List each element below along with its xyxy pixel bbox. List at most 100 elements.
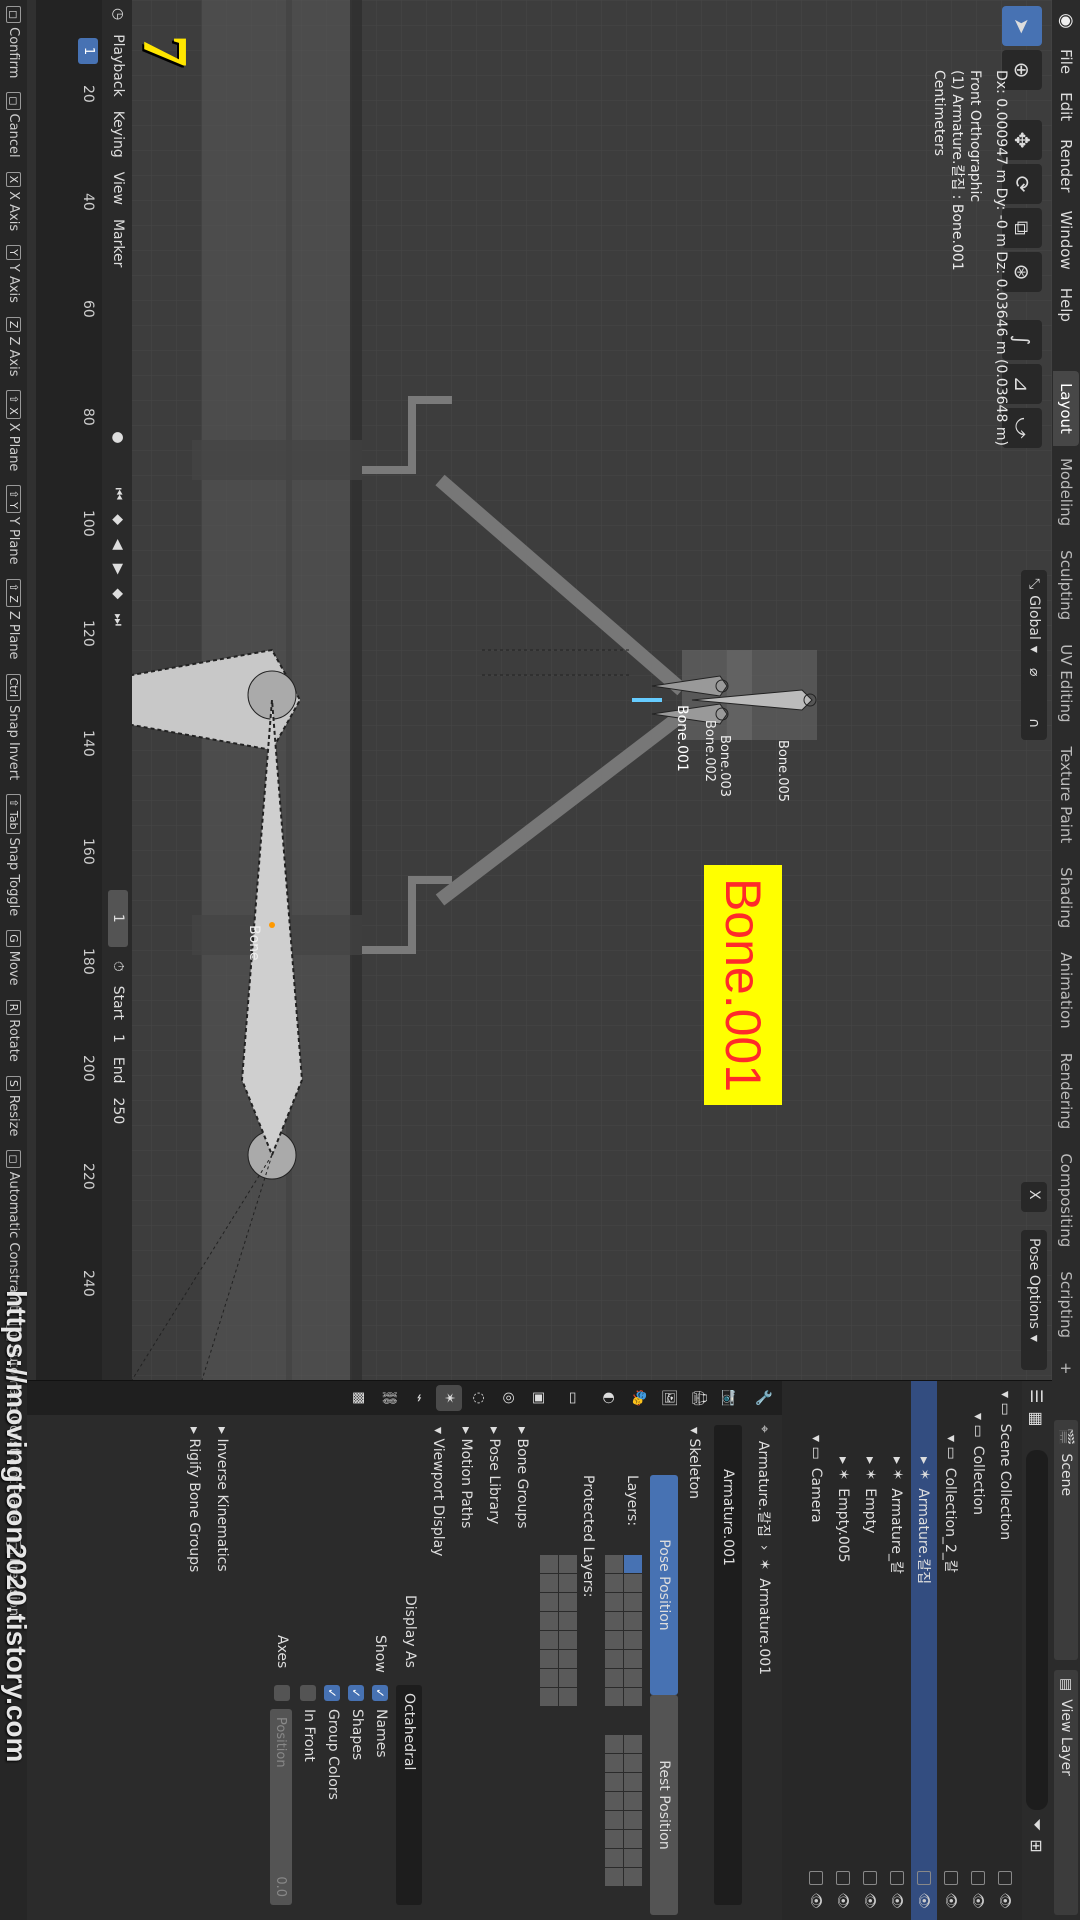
tab-scripting[interactable]: Scripting	[1053, 1259, 1079, 1350]
eye-icon[interactable]: 👁	[863, 1892, 878, 1909]
rest-position-button[interactable]: Rest Position	[650, 1695, 678, 1915]
tab-modeling[interactable]: Modeling	[1053, 446, 1079, 538]
pose-options-dropdown[interactable]: Pose Options ▾	[1021, 1230, 1047, 1370]
jump-start-icon[interactable]: ⏮	[110, 488, 126, 501]
menu-playback[interactable]: Playback	[110, 34, 126, 96]
modifiers-tab-icon[interactable]: ◎	[496, 1385, 522, 1411]
menu-window[interactable]: Window	[1057, 202, 1075, 279]
menu-help[interactable]: Help	[1057, 279, 1075, 331]
exclude-checkbox[interactable]	[971, 1871, 985, 1885]
section-rigify-bone-groups[interactable]: ▸ Rigify Bone Groups	[186, 1427, 202, 1572]
in-front-checkbox[interactable]	[300, 1685, 316, 1701]
eye-icon[interactable]: 👁	[917, 1892, 932, 1909]
section-motion-paths[interactable]: ▸ Motion Paths	[458, 1427, 474, 1528]
outliner-row[interactable]: ▾ ▭ Collection_2_칼 👁	[938, 1381, 964, 1920]
tab-animation[interactable]: Animation	[1053, 940, 1079, 1040]
group-colors-checkbox[interactable]: ✓	[324, 1685, 340, 1701]
stopwatch-icon[interactable]: ⏱	[110, 961, 126, 972]
texture-tab-icon[interactable]: ▩	[346, 1385, 372, 1411]
outliner-row[interactable]: ▸ ✶ Armature.칼집 👁	[911, 1381, 937, 1920]
exclude-checkbox[interactable]	[917, 1871, 931, 1885]
prev-key-icon[interactable]: ◆	[110, 514, 126, 525]
3d-viewport[interactable]: Bone.005 Bone.003 Bone.002 Bone.001 Bone…	[132, 0, 1052, 1380]
object-tab-icon[interactable]: ▣	[526, 1385, 552, 1411]
view-layer-selector[interactable]: ▤ View Layer	[1054, 1670, 1078, 1915]
menu-edit[interactable]: Edit	[1057, 83, 1075, 130]
outliner-row[interactable]: ▾ ▭ Collection 👁	[965, 1381, 991, 1920]
constraints-tab-icon[interactable]: ◌	[466, 1385, 492, 1411]
tab-sculpting[interactable]: Sculpting	[1053, 538, 1079, 632]
exclude-checkbox[interactable]	[836, 1871, 850, 1885]
eye-icon[interactable]: 👁	[809, 1892, 824, 1909]
timeline-ruler[interactable]: 1 20 40 60 80 100 120 140 160 180 200 22…	[36, 0, 102, 1380]
bone-tab-icon[interactable]: ⌁	[406, 1385, 432, 1411]
armature-data-selector[interactable]: Armature.001	[714, 1425, 742, 1905]
close-x-button[interactable]: X	[1021, 1182, 1047, 1212]
eye-icon[interactable]: 👁	[836, 1892, 851, 1909]
snap-toggle-button[interactable]: ∩	[1021, 710, 1047, 737]
section-bone-groups[interactable]: ▸ Bone Groups	[514, 1427, 530, 1529]
shapes-checkbox[interactable]: ✓	[348, 1685, 364, 1701]
bone-layers-grid[interactable]	[605, 1555, 642, 1706]
menu-view[interactable]: View	[110, 172, 126, 205]
render-tab-icon[interactable]: 📷	[716, 1385, 742, 1411]
eye-icon[interactable]: 👁	[998, 1892, 1013, 1909]
current-frame-field[interactable]: 1	[108, 889, 128, 947]
pivot-point-dropdown[interactable]: ⌀	[1021, 660, 1047, 685]
axes-position-field[interactable]: Position 0.0	[270, 1709, 292, 1905]
outliner-row[interactable]: ▾ ▭ Camera 👁	[803, 1381, 829, 1920]
menu-marker[interactable]: Marker	[110, 219, 126, 267]
record-icon[interactable]: ●	[110, 431, 126, 443]
play-reverse-icon[interactable]: ◀	[110, 539, 126, 550]
eye-icon[interactable]: 👁	[971, 1892, 986, 1909]
end-frame-field[interactable]: 250	[110, 1098, 126, 1125]
tab-compositing[interactable]: Compositing	[1053, 1141, 1079, 1259]
exclude-checkbox[interactable]	[944, 1871, 958, 1885]
names-checkbox[interactable]: ✓	[372, 1685, 388, 1701]
editor-type-icon[interactable]: ☰	[1028, 1389, 1047, 1403]
bone-layers-grid-2[interactable]	[605, 1735, 642, 1886]
eye-icon[interactable]: 👁	[890, 1892, 905, 1909]
new-collection-icon[interactable]: ⊞	[1028, 1839, 1047, 1852]
tab-shading[interactable]: Shading	[1053, 855, 1079, 940]
armature-data-tab-icon[interactable]: ✶	[436, 1385, 462, 1411]
tab-uv-editing[interactable]: UV Editing	[1053, 632, 1079, 734]
start-frame-field[interactable]: 1	[110, 1034, 126, 1043]
pose-position-button[interactable]: Pose Position	[650, 1475, 678, 1695]
world-tab-icon[interactable]: ◐	[596, 1385, 622, 1411]
blender-logo-icon[interactable]: ◉	[1053, 8, 1079, 34]
outliner-search-input[interactable]	[1026, 1450, 1048, 1811]
section-skeleton[interactable]: ▾ Skeleton	[686, 1427, 702, 1499]
section-inverse-kinematics[interactable]: ▸ Inverse Kinematics	[214, 1427, 230, 1572]
section-pose-library[interactable]: ▸ Pose Library	[486, 1427, 502, 1524]
playhead[interactable]: 1	[78, 38, 98, 64]
exclude-checkbox[interactable]	[998, 1871, 1012, 1885]
tool-tab-icon[interactable]: 🔧	[750, 1385, 776, 1411]
select-tool-icon[interactable]: ➤	[1002, 6, 1042, 46]
tab-layout[interactable]: Layout	[1053, 370, 1079, 446]
menu-file[interactable]: File	[1057, 40, 1075, 83]
scene-selector[interactable]: 🎬 Scene	[1054, 1420, 1078, 1660]
exclude-checkbox[interactable]	[809, 1871, 823, 1885]
outliner-row[interactable]: ▾ ▭ Scene Collection 👁	[992, 1381, 1018, 1920]
collection-tab-icon[interactable]: ▭	[560, 1385, 586, 1411]
bone-constraints-tab-icon[interactable]: ⛓	[376, 1385, 402, 1411]
outliner-row[interactable]: ▸ ✶ Empty.005 👁	[830, 1381, 856, 1920]
add-workspace-button[interactable]: +	[1053, 1350, 1079, 1387]
next-key-icon[interactable]: ◆	[110, 589, 126, 600]
output-tab-icon[interactable]: 🖨	[686, 1385, 712, 1411]
display-as-dropdown[interactable]: Octahedral	[396, 1685, 422, 1905]
display-mode-icon[interactable]: ▦	[1028, 1411, 1047, 1426]
menu-keying[interactable]: Keying	[110, 111, 126, 158]
exclude-checkbox[interactable]	[863, 1871, 877, 1885]
play-icon[interactable]: ▶	[110, 564, 126, 575]
eye-icon[interactable]: 👁	[944, 1892, 959, 1909]
section-viewport-display[interactable]: ▾ Viewport Display	[430, 1427, 446, 1556]
tab-rendering[interactable]: Rendering	[1053, 1041, 1079, 1142]
scene-tab-icon[interactable]: 🎭	[626, 1385, 652, 1411]
axes-checkbox[interactable]	[274, 1685, 290, 1701]
protected-layers-grid[interactable]	[540, 1555, 577, 1706]
jump-end-icon[interactable]: ⏭	[110, 613, 126, 626]
filter-icon[interactable]: ⏷	[1027, 1818, 1047, 1831]
editor-type-icon[interactable]: ◷	[110, 8, 126, 20]
